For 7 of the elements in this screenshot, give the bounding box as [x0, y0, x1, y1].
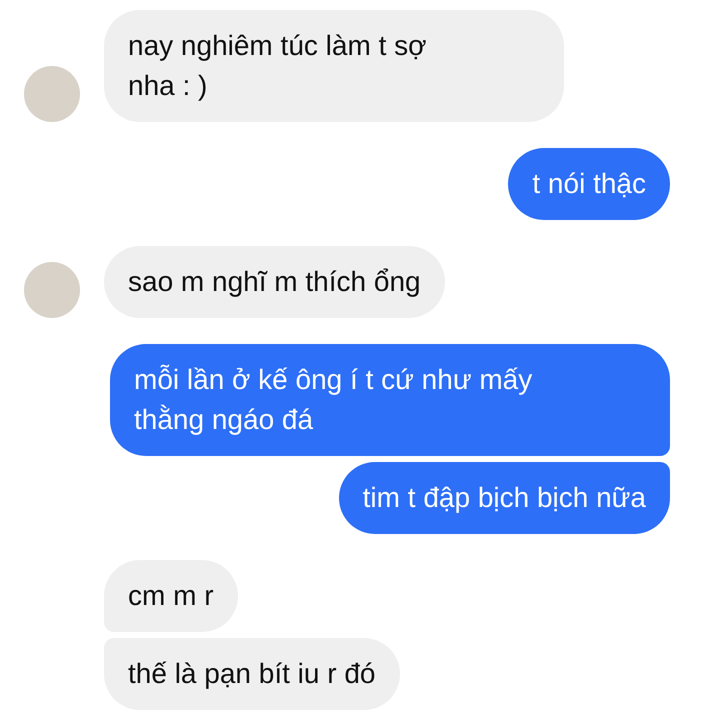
sent-message-bubble: mỗi lần ở kế ông í t cứ như mấy thằng ngáo đá: [110, 344, 670, 456]
sent-message-bubble: t nói thậc: [508, 148, 670, 220]
received-message-bubble: thế là pạn bít iu r đó: [104, 638, 400, 710]
received-message-bubble: nay nghiêm túc làm t sợ nha : ): [104, 10, 564, 122]
received-message-bubble: sao m nghĩ m thích ổng: [104, 246, 445, 318]
received-message-bubble: cm m r: [104, 560, 238, 632]
sent-message-bubble: tim t đập bịch bịch nữa: [338, 462, 670, 534]
